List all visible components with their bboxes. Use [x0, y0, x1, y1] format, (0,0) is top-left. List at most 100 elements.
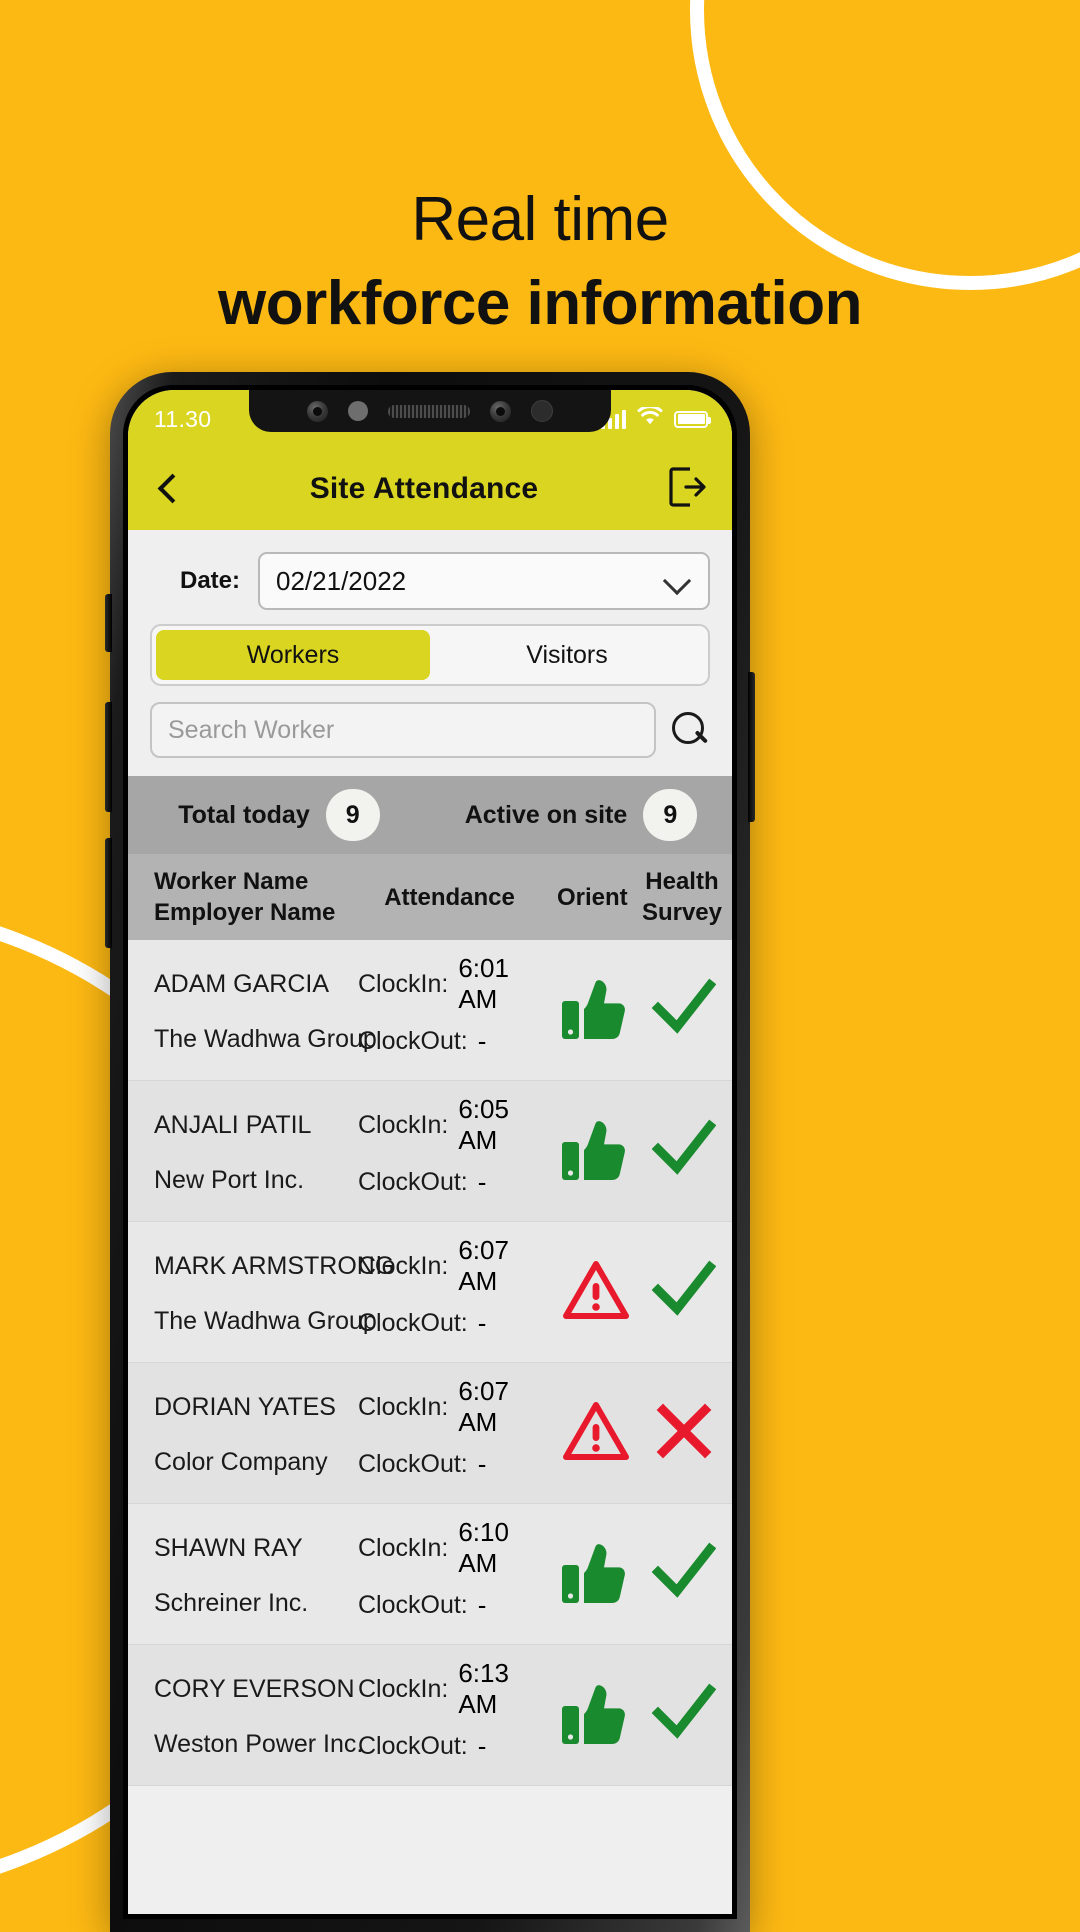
table-row[interactable]: SHAWN RAY Schreiner Inc. ClockIn: 6:10 AM Cl…	[128, 1504, 732, 1645]
employer-name: Color Company	[154, 1448, 328, 1476]
status-icons	[600, 405, 711, 431]
table-row[interactable]: DORIAN YATES Color Company ClockIn: 6:07 AM…	[128, 1363, 732, 1504]
wifi-icon	[637, 405, 663, 431]
cell-health-survey	[646, 1259, 732, 1326]
stat-active-on-site-count: 9	[643, 789, 698, 841]
employer-name: Schreiner Inc.	[154, 1589, 309, 1617]
app-bar: Site Attendance	[128, 448, 732, 530]
cell-orient	[546, 1116, 646, 1187]
phone-button-volume-up[interactable]	[105, 702, 112, 812]
thumbs-up-icon	[561, 1116, 631, 1187]
search-placeholder: Search Worker	[168, 715, 335, 744]
stat-total-today: Total today 9	[128, 789, 430, 841]
clockout-label: ClockOut:	[358, 1450, 468, 1478]
earpiece-speaker-icon	[388, 404, 470, 418]
cell-names: MARK ARMSTRONG The Wadhwa Group	[128, 1237, 395, 1347]
employer-name: The Wadhwa Group	[154, 1025, 377, 1053]
column-header-name: Worker Name Employer Name	[128, 866, 356, 928]
front-camera-secondary-icon	[490, 400, 511, 422]
cell-names: CORY EVERSON Weston Power Inc.	[128, 1660, 363, 1770]
worker-name: SHAWN RAY	[154, 1534, 303, 1562]
check-icon	[651, 1118, 717, 1185]
search-row: Search Worker	[128, 686, 732, 776]
table-row[interactable]: MARK ARMSTRONG The Wadhwa Group ClockIn: 6:…	[128, 1222, 732, 1363]
table-row[interactable]: CORY EVERSON Weston Power Inc. ClockIn: 6:1…	[128, 1645, 732, 1786]
clockout-label: ClockOut:	[358, 1591, 468, 1619]
cell-orient	[546, 1400, 646, 1467]
tab-visitors[interactable]: Visitors	[430, 630, 704, 680]
clockout-label: ClockOut:	[358, 1027, 468, 1055]
employer-name: New Port Inc.	[154, 1166, 305, 1194]
check-icon	[651, 1682, 717, 1749]
clockin-label: ClockIn:	[358, 1252, 449, 1280]
clockin-value: 6:13 AM	[458, 1658, 509, 1719]
cell-attendance: ClockIn: 6:13 AM ClockOut: -	[358, 1658, 546, 1772]
thumbs-up-icon	[561, 975, 631, 1046]
warning-icon	[563, 1259, 629, 1326]
search-icon[interactable]	[670, 710, 710, 750]
clockout-value: -	[477, 1166, 487, 1197]
promo-headline-line2: workforce information	[217, 269, 863, 338]
worker-name: MARK ARMSTRONG	[154, 1252, 395, 1280]
clockout-value: -	[477, 1025, 487, 1056]
cell-attendance: ClockIn: 6:05 AM ClockOut: -	[358, 1094, 546, 1208]
cell-attendance: ClockIn: 6:10 AM ClockOut: -	[358, 1517, 546, 1631]
column-header-worker-name: Worker Name	[154, 868, 309, 895]
table-row[interactable]: ADAM GARCIA The Wadhwa Group ClockIn: 6:01 …	[128, 940, 732, 1081]
clockin-value: 6:10 AM	[458, 1517, 509, 1578]
battery-icon	[674, 410, 711, 428]
page-title: Site Attendance	[309, 472, 539, 505]
stat-total-today-label: Total today	[178, 800, 310, 829]
phone-mockup: 11.30 Site Attendance Date: 02/21/2022 W…	[105, 372, 755, 1932]
chevron-down-icon	[664, 574, 690, 589]
phone-screen: 11.30 Site Attendance Date: 02/21/2022 W…	[128, 390, 732, 1914]
status-clock: 11.30	[154, 405, 212, 432]
clockin-label: ClockIn:	[358, 1675, 449, 1703]
column-header-survey: Survey	[641, 899, 722, 926]
thumbs-up-icon	[561, 1680, 631, 1751]
chevron-left-icon[interactable]	[154, 476, 180, 502]
search-input[interactable]: Search Worker	[150, 702, 656, 758]
clockout-label: ClockOut:	[358, 1168, 468, 1196]
cross-icon	[655, 1402, 713, 1465]
cell-health-survey	[646, 1118, 732, 1185]
cell-attendance: ClockIn: 6:07 AM ClockOut: -	[358, 1376, 546, 1490]
cell-names: DORIAN YATES Color Company	[128, 1378, 358, 1488]
phone-bezel: 11.30 Site Attendance Date: 02/21/2022 W…	[123, 385, 737, 1919]
column-header-health-survey: Health Survey	[642, 866, 732, 928]
stat-total-today-count: 9	[325, 789, 380, 841]
clockin-label: ClockIn:	[358, 1393, 449, 1421]
table-row[interactable]: ANJALI PATIL New Port Inc. ClockIn: 6:05 AM…	[128, 1081, 732, 1222]
employer-name: The Wadhwa Group	[154, 1307, 377, 1335]
table-header: Worker Name Employer Name Attendance Ori…	[128, 854, 732, 940]
cell-names: SHAWN RAY Schreiner Inc.	[128, 1519, 358, 1629]
cell-health-survey	[646, 1402, 732, 1465]
logout-icon[interactable]	[668, 466, 706, 513]
clockin-value: 6:07 AM	[458, 1376, 509, 1437]
phone-button-volume-down[interactable]	[105, 838, 112, 948]
cell-orient	[546, 1259, 646, 1326]
clockout-label: ClockOut:	[358, 1309, 468, 1337]
clockout-value: -	[477, 1730, 487, 1761]
phone-button-silent[interactable]	[105, 594, 112, 652]
stat-active-on-site: Active on site 9	[430, 789, 732, 841]
phone-button-power[interactable]	[748, 672, 755, 822]
clockin-value: 6:07 AM	[458, 1235, 509, 1296]
thumbs-up-icon	[561, 1539, 631, 1610]
clockin-value: 6:01 AM	[458, 953, 509, 1014]
attendance-table-body: ADAM GARCIA The Wadhwa Group ClockIn: 6:01 …	[128, 940, 732, 1786]
check-icon	[651, 1541, 717, 1608]
clockin-value: 6:05 AM	[458, 1094, 509, 1155]
cell-orient	[546, 975, 646, 1046]
clockout-value: -	[477, 1589, 487, 1620]
tab-workers[interactable]: Workers	[156, 630, 430, 680]
clockin-label: ClockIn:	[358, 1534, 449, 1562]
promo-headline: Real time workforce information	[0, 178, 1080, 346]
cell-orient	[546, 1539, 646, 1610]
phone-notch	[249, 390, 611, 432]
cell-health-survey	[646, 977, 732, 1044]
date-picker[interactable]: 02/21/2022	[258, 552, 710, 610]
sensor-dot-icon	[348, 401, 368, 421]
screen-content: Date: 02/21/2022 Workers Visitors Search…	[128, 530, 732, 1786]
stats-bar: Total today 9 Active on site 9	[128, 776, 732, 854]
